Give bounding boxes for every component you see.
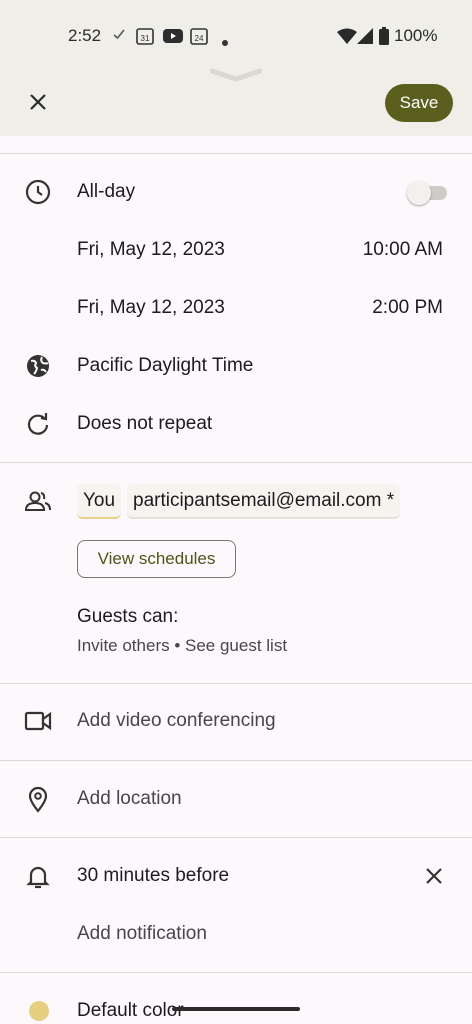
youtube-icon (163, 28, 183, 49)
all-day-toggle[interactable] (407, 181, 447, 205)
end-time[interactable]: 2:00 PM (372, 297, 443, 319)
video-camera-icon (24, 707, 52, 735)
status-bar: 2:52 31 24 100% (0, 22, 472, 52)
start-time[interactable]: 10:00 AM (363, 239, 443, 261)
location-pin-icon (24, 785, 52, 813)
repeat-value[interactable]: Does not repeat (77, 413, 212, 435)
add-notification[interactable]: Add notification (77, 923, 207, 945)
svg-text:24: 24 (195, 34, 204, 43)
divider (0, 972, 472, 973)
people-icon (24, 488, 52, 516)
globe-icon (24, 352, 52, 380)
all-day-label: All-day (77, 181, 136, 202)
divider (0, 837, 472, 838)
battery-percent: 100% (394, 26, 438, 45)
wifi-icon (337, 28, 357, 49)
view-schedules-button[interactable]: View schedules (77, 540, 236, 578)
add-video-conferencing[interactable]: Add video conferencing (77, 710, 276, 732)
battery-icon (379, 27, 389, 50)
check-icon (113, 27, 125, 46)
toggle-knob (407, 181, 431, 205)
divider (0, 683, 472, 684)
guests-can-label: Guests can: (77, 606, 179, 627)
calendar-24-icon: 24 (190, 27, 208, 50)
end-date[interactable]: Fri, May 12, 2023 (77, 297, 225, 319)
remove-notification-icon[interactable] (420, 862, 448, 890)
divider (0, 760, 472, 761)
color-swatch (29, 1001, 49, 1021)
divider (0, 462, 472, 463)
guest-permissions[interactable]: Invite others • See guest list (77, 636, 287, 656)
add-location[interactable]: Add location (77, 788, 182, 810)
dot-icon (222, 33, 228, 51)
notification-value[interactable]: 30 minutes before (77, 865, 229, 887)
calendar-31-icon: 31 (136, 27, 154, 50)
signal-icon (357, 28, 373, 49)
color-label[interactable]: Default color (77, 1000, 184, 1022)
guest-chip-you[interactable]: You (77, 484, 122, 519)
repeat-icon (24, 410, 52, 438)
save-button[interactable]: Save (385, 84, 453, 122)
status-time: 2:52 (68, 26, 102, 45)
guest-chip-participant[interactable]: participantsemail@email.com * (127, 484, 401, 519)
start-date[interactable]: Fri, May 12, 2023 (77, 239, 225, 261)
bell-icon (24, 862, 52, 890)
close-icon[interactable] (24, 88, 52, 116)
chevron-down-icon[interactable] (209, 68, 263, 87)
svg-text:31: 31 (141, 34, 150, 43)
clock-icon (24, 178, 52, 206)
top-app-bar: 2:52 31 24 100% Save (0, 0, 472, 136)
timezone[interactable]: Pacific Daylight Time (77, 355, 253, 377)
gesture-nav-handle[interactable] (172, 1007, 300, 1011)
divider (0, 153, 472, 154)
